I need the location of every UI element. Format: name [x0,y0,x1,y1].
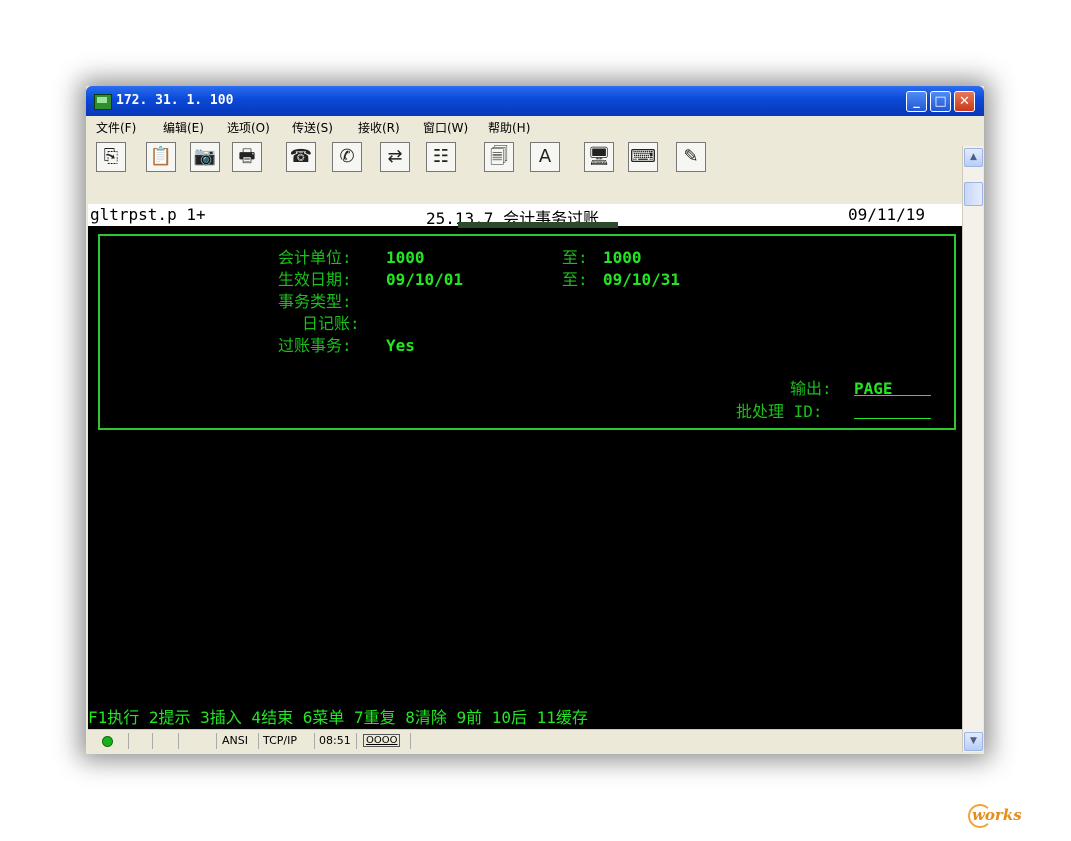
paste-icon[interactable]: 📋 [146,142,176,172]
program-name: gltrpst.p 1+ [90,205,206,224]
terminal-screen[interactable]: gltrpst.p 1+ 25.13.7 会计事务过账 09/11/19 会计单… [88,204,962,729]
journal-label: 日记账: [302,314,360,333]
menu-window[interactable]: 窗口(W) [423,119,468,136]
eworks-watermark: works [968,804,1022,828]
terminal-app-icon [94,94,112,110]
close-button[interactable]: ✕ [954,91,975,112]
menu-bar: 文件(F) 编辑(E) 选项(O) 传送(S) 接收(R) 窗口(W) 帮助(H… [86,116,984,136]
entity-from-field[interactable]: 1000 [386,248,425,268]
entity-label: 会计单位: [278,248,352,267]
terminal-window: 172. 31. 1. 100 _ □ ✕ 文件(F) 编辑(E) 选项(O) … [86,86,984,754]
keyboard-icon[interactable]: ⌨ [628,142,658,172]
status-time: 08:51 [319,734,351,747]
batch-id-field[interactable] [854,402,931,422]
output-field[interactable]: PAGE [854,379,931,399]
scroll-down-icon[interactable]: ▼ [964,732,983,751]
title-bar[interactable]: 172. 31. 1. 100 _ □ ✕ [86,86,984,116]
menu-transfer[interactable]: 传送(S) [292,119,333,136]
function-keys-bar: F1执行 2提示 3插入 4结束 6菜单 7重复 8清除 9前 10后 11缓存 [88,708,588,727]
output-label: 输出: [790,379,832,398]
documents-icon[interactable]: 🗐 [484,142,514,172]
system-date: 09/11/19 [848,205,926,224]
post-transactions-field[interactable]: Yes [386,336,415,356]
font-icon[interactable]: A [530,142,560,172]
batch-id-label: 批处理 ID: [736,402,823,421]
entity-to-label: 至: [562,248,588,267]
edit-icon[interactable]: ✎ [676,142,706,172]
status-bar: ANSI TCP/IP 08:51 OOOO [88,729,962,752]
screen-artifact [458,222,618,228]
status-protocol: TCP/IP [263,734,297,747]
scroll-thumb[interactable] [964,182,983,206]
effective-date-label: 生效日期: [278,270,352,289]
menu-receive[interactable]: 接收(R) [358,119,400,136]
transaction-type-label: 事务类型: [278,292,352,311]
camera-icon[interactable]: 📷 [190,142,220,172]
menu-help[interactable]: 帮助(H) [488,119,530,136]
phone-icon[interactable]: ☎ [286,142,316,172]
date-from-field[interactable]: 09/10/01 [386,270,463,290]
transfer-icon[interactable]: ⇄ [380,142,410,172]
window-title: 172. 31. 1. 100 [116,93,234,108]
parameter-frame: 会计单位: 1000 至: 1000 生效日期: 09/10/01 至: 09/… [98,234,956,430]
minimize-button[interactable]: _ [906,91,927,112]
menu-file[interactable]: 文件(F) [96,119,136,136]
print-icon[interactable]: 🖶 [232,142,262,172]
scroll-up-icon[interactable]: ▲ [964,148,983,167]
vertical-scrollbar[interactable]: ▲ ▼ [962,146,983,752]
post-transactions-label: 过账事务: [278,336,352,355]
maximize-button[interactable]: □ [930,91,951,112]
hangup-icon[interactable]: ✆ [332,142,362,172]
layout-icon[interactable]: ☷ [426,142,456,172]
status-ansi: ANSI [222,734,248,747]
toolbar: ⎘ 📋 📷 🖶 ☎ ✆ ⇄ ☷ 🗐 A 🖥 ⌨ ✎ [86,136,962,178]
menu-edit[interactable]: 编辑(E) [163,119,204,136]
copy-icon[interactable]: ⎘ [96,142,126,172]
menu-options[interactable]: 选项(O) [227,119,270,136]
status-indicator: OOOO [363,734,401,747]
entity-to-field[interactable]: 1000 [603,248,642,268]
date-to-label: 至: [562,270,588,289]
connection-led-icon [102,736,113,747]
date-to-field[interactable]: 09/10/31 [603,270,680,290]
monitor-icon[interactable]: 🖥 [584,142,614,172]
